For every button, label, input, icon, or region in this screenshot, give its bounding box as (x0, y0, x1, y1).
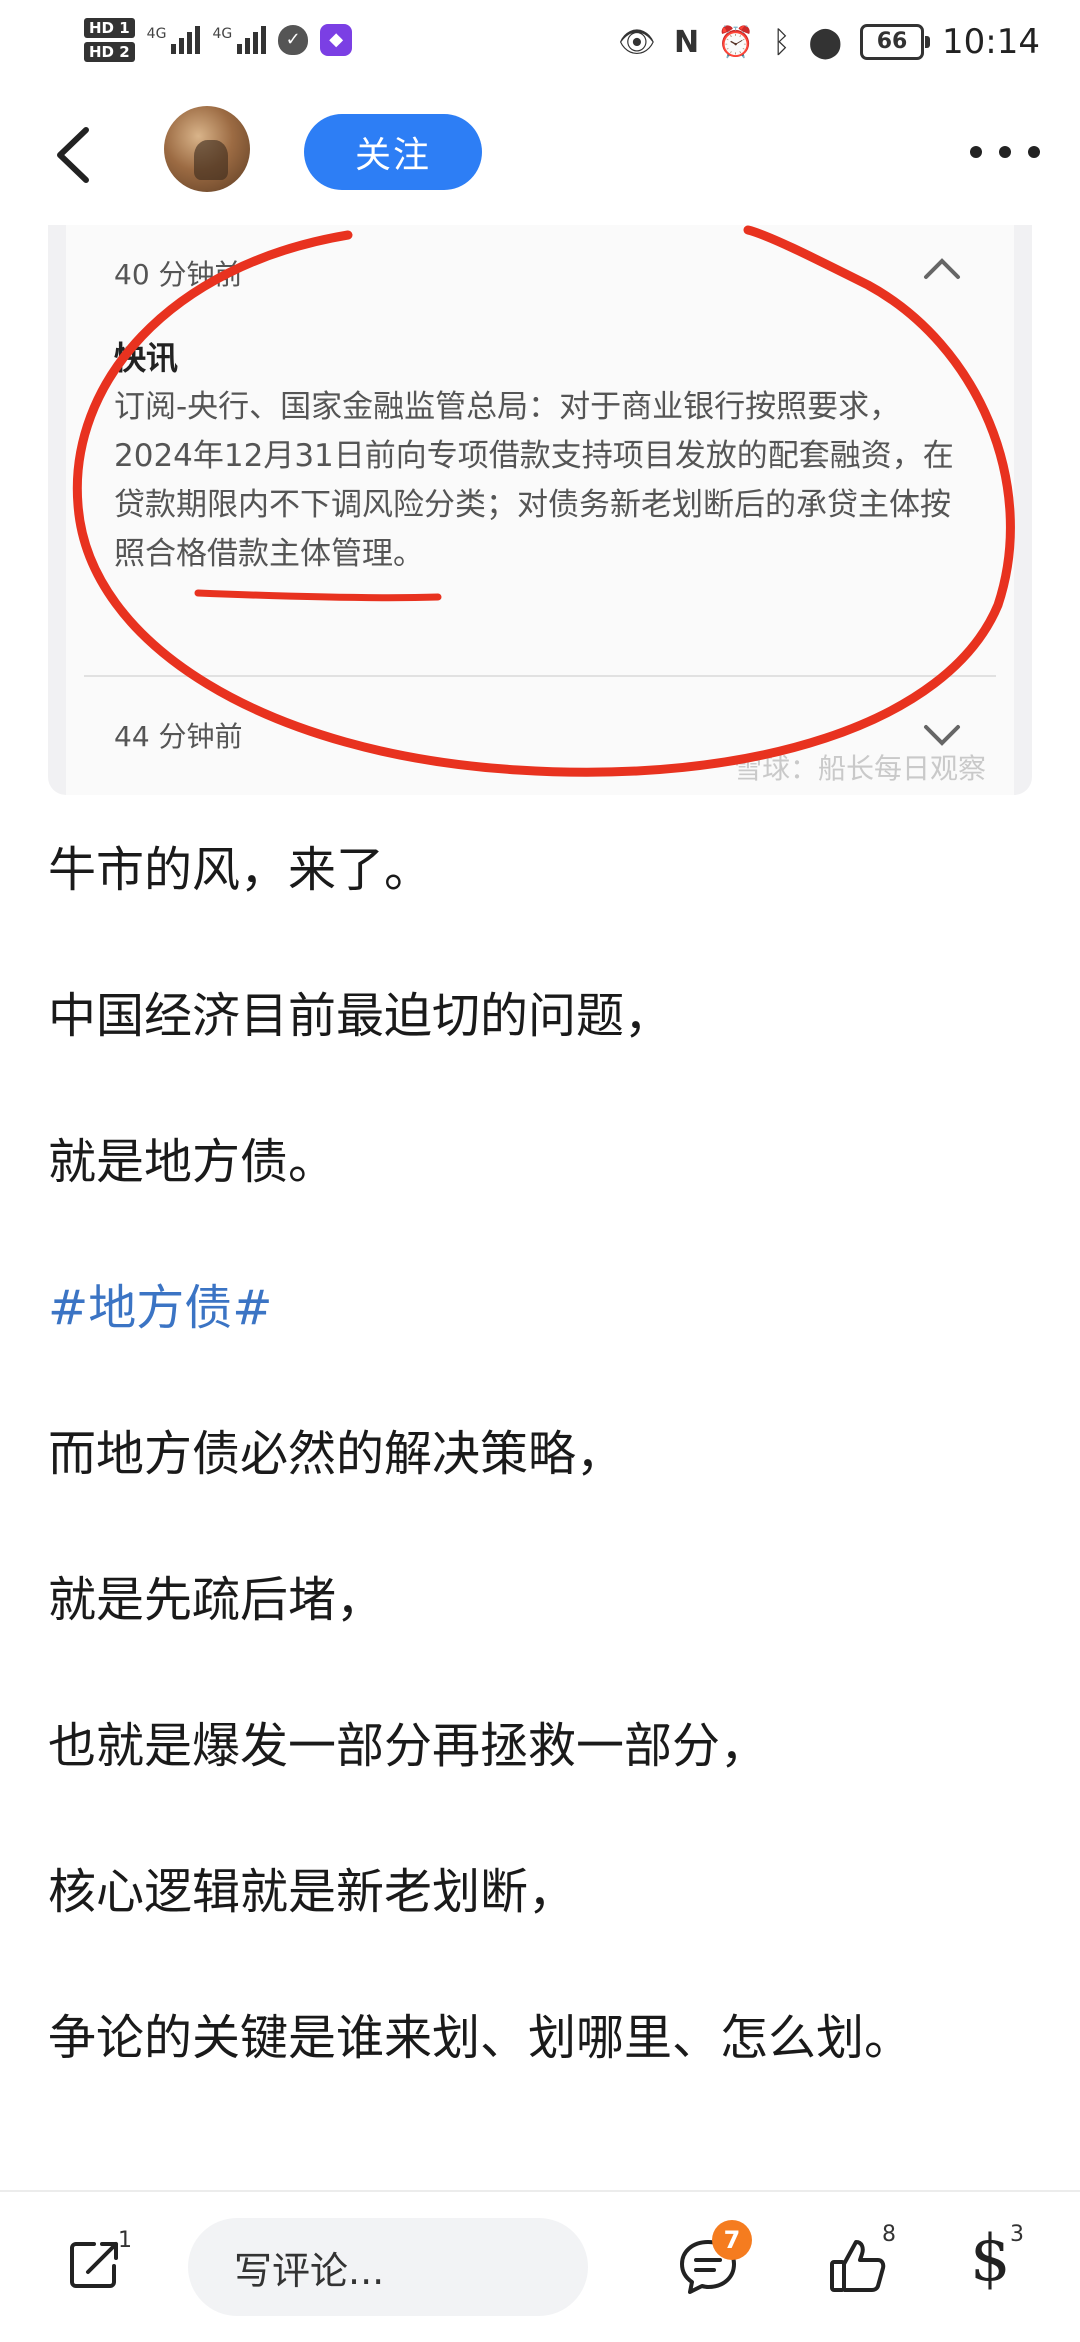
dot-icon (999, 146, 1011, 158)
battery-icon: 66 (860, 24, 931, 60)
reward-icon[interactable]: $ (970, 2222, 1011, 2296)
sim-indicators: HD 1 HD 2 (84, 18, 135, 62)
sim2-label: HD 2 (84, 42, 135, 62)
like-count: 8 (882, 2222, 896, 2247)
network-type-1: 4G (146, 26, 167, 42)
avatar[interactable] (164, 106, 250, 192)
network-type-2: 4G (212, 26, 233, 42)
follow-button[interactable]: 关注 (304, 114, 482, 190)
chevron-left-icon (57, 127, 89, 183)
nfc-icon: N (673, 24, 700, 60)
battery-level: 66 (876, 29, 908, 54)
article-paragraph: 争论的关键是谁来划、划哪里、怎么划。 (48, 2010, 913, 2066)
article-paragraph: 就是先疏后堵， (48, 1572, 385, 1628)
red-circle-annotation (72, 225, 1015, 777)
hashtag-link[interactable]: #地方债# (48, 1278, 1038, 1338)
article-paragraph: 中国经济目前最迫切的问题， (48, 988, 673, 1044)
shield-check-icon: ✓ (278, 25, 309, 55)
article-paragraph: 而地方债必然的解决策略， (48, 1426, 625, 1482)
article-body: 牛市的风，来了。 中国经济目前最迫切的问题， 就是地方债。 #地方债# 而地方债… (48, 840, 1038, 2154)
location-icon: ⬤ (808, 24, 843, 60)
post-header: 关注 (0, 100, 1080, 210)
status-bar: HD 1 HD 2 4G 4G ✓ ◆ 👁 N ⏰ ᛒ ⬤ 66 10:14 (0, 0, 1080, 82)
share-icon (70, 2242, 118, 2288)
article-paragraph: 也就是爆发一部分再拯救一部分， (48, 1718, 769, 1774)
reward-count: 3 (1010, 2222, 1024, 2247)
article-paragraph: 牛市的风，来了。 (48, 842, 433, 898)
dot-icon (1028, 146, 1040, 158)
embedded-news-screenshot[interactable]: 40 分钟前 快讯 订阅-央行、国家金融监管总局：对于商业银行按照要求，2024… (48, 225, 1032, 795)
signal-icon-2: 4G (212, 26, 267, 54)
alarm-icon: ⏰ (717, 24, 755, 60)
dot-icon (970, 146, 982, 158)
article-paragraph: 核心逻辑就是新老划断， (48, 1864, 577, 1920)
comment-count-badge: 7 (712, 2220, 752, 2260)
thumbs-up-icon (830, 2240, 886, 2292)
app-notification-icon: ◆ (320, 24, 353, 56)
share-count: 1 (118, 2228, 132, 2253)
eye-icon: 👁 (617, 24, 656, 60)
back-button[interactable] (46, 120, 102, 190)
bluetooth-icon: ᛒ (772, 24, 791, 60)
clock: 10:14 (942, 22, 1040, 62)
comment-input[interactable]: 写评论... (188, 2218, 588, 2316)
signal-icon: 4G (147, 26, 201, 54)
bottom-action-bar: 1 写评论... 7 8 $ 3 (0, 2190, 1080, 2342)
sim1-label: HD 1 (84, 18, 135, 38)
more-options-button[interactable] (970, 122, 1040, 182)
article-paragraph: 就是地方债。 (48, 1134, 337, 1190)
